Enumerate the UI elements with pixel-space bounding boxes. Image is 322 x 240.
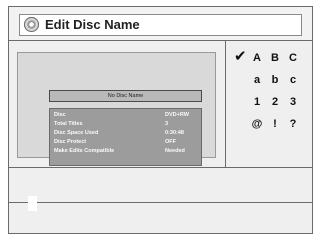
info-value: 0:30:48 [165,130,184,136]
character-set-panel: ✔ A B C a b c 1 2 3 @ ! ? [226,40,312,167]
info-value: DVD+RW [165,112,189,118]
char-key[interactable]: ! [268,116,282,132]
info-value: OFF [165,139,176,145]
disc-info-panel: No Disc Name Disc DVD+RW Total Titles 3 … [9,40,226,180]
text-cursor [28,196,37,211]
name-input-field[interactable] [9,167,312,203]
content-area: No Disc Name Disc DVD+RW Total Titles 3 … [9,40,312,180]
char-key[interactable]: 2 [268,94,282,110]
disc-name-display: No Disc Name [49,90,202,102]
char-key[interactable]: C [286,50,300,66]
bottom-strip [9,203,312,233]
char-key[interactable]: c [286,72,300,88]
info-row: Total Titles 3 [54,120,197,129]
char-key[interactable]: a [250,72,264,88]
charset-row-symbols[interactable]: @ ! ? [234,116,310,132]
char-key[interactable]: A [250,50,264,66]
char-key[interactable]: ? [286,116,300,132]
charset-row-uppercase[interactable]: ✔ A B C [234,48,310,66]
charset-row-numbers[interactable]: 1 2 3 [234,94,310,110]
info-value: 3 [165,121,169,127]
disc-info-table: Disc DVD+RW Total Titles 3 Disc Space Us… [49,108,202,166]
info-label: Total Titles [54,121,83,127]
info-label: Disc Protect [54,139,87,145]
info-label: Make Edits Compatible [54,148,115,154]
info-row: Make Edits Compatible Needed [54,147,197,156]
charset-row-lowercase[interactable]: a b c [234,72,310,88]
char-key[interactable]: B [268,50,282,66]
char-key[interactable]: 3 [286,94,300,110]
edit-disc-name-dialog: Edit Disc Name No Disc Name Disc DVD+RW … [8,6,313,234]
title-panel: Edit Disc Name [19,14,302,36]
info-value: Needed [165,148,185,154]
disc-icon [24,17,39,32]
char-key[interactable]: @ [250,116,264,132]
info-row: Disc Space Used 0:30:48 [54,129,197,138]
info-row: Disc Protect OFF [54,138,197,147]
info-label: Disc Space Used [54,130,99,136]
char-key[interactable]: 1 [250,94,264,110]
info-row: Disc DVD+RW [54,111,197,120]
info-label: Disc [54,112,66,118]
title-bar: Edit Disc Name [9,7,312,41]
selected-check-icon: ✔ [234,48,247,65]
char-key[interactable]: b [268,72,282,88]
page-title: Edit Disc Name [45,17,140,32]
